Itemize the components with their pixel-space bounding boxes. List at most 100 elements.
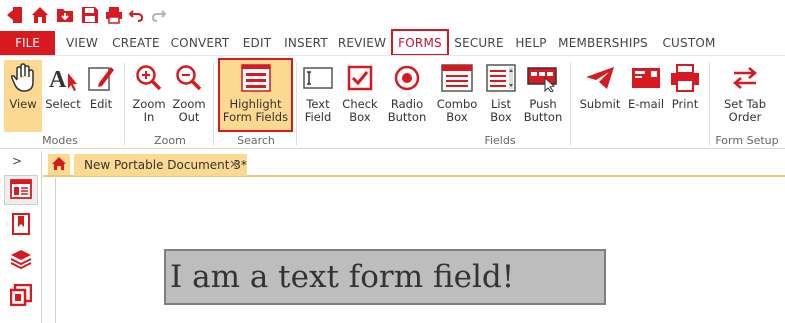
- left-sidebar: >: [0, 151, 42, 323]
- menu-bar: FILE VIEW CREATE CONVERT EDIT INSERT REV…: [0, 29, 785, 56]
- check-box-button[interactable]: Check Box: [340, 60, 380, 132]
- push-button-button[interactable]: Push Button: [521, 60, 565, 132]
- attachments-icon: [9, 283, 33, 309]
- hand-icon: [7, 62, 39, 94]
- email-icon: [630, 62, 662, 94]
- zoom-group-label: Zoom: [154, 134, 186, 147]
- view-label: View: [9, 97, 37, 111]
- combo-box-button[interactable]: Combo Box: [435, 60, 479, 132]
- zoom-in-label: Zoom In: [132, 97, 166, 124]
- email-button[interactable]: E-mail: [626, 60, 666, 132]
- home-tab[interactable]: [48, 154, 70, 175]
- sidebar-item-attachments[interactable]: [9, 283, 33, 309]
- ribbon-separator: [213, 62, 214, 146]
- sidebar-expand-button[interactable]: >: [12, 154, 22, 168]
- modes-group-label: Modes: [42, 134, 78, 147]
- text-field-label: Text Field: [304, 97, 332, 124]
- tab-create[interactable]: CREATE: [108, 31, 164, 55]
- push-button-icon: [527, 62, 559, 94]
- highlight-label: Highlight Form Fields: [222, 97, 289, 124]
- tab-memberships[interactable]: MEMBERSHIPS: [555, 31, 651, 55]
- highlight-fields-icon: [240, 62, 272, 94]
- print-form-button[interactable]: Print: [667, 60, 703, 132]
- tab-review[interactable]: REVIEW: [334, 31, 390, 55]
- edit-icon: [85, 62, 117, 94]
- radio-button-label: Radio Button: [387, 97, 427, 124]
- email-label: E-mail: [627, 97, 665, 111]
- text-field-button[interactable]: Text Field: [299, 60, 337, 132]
- check-box-label: Check Box: [342, 97, 378, 124]
- form-setup-group-label: Form Setup: [715, 134, 779, 147]
- edit-label: Edit: [89, 97, 113, 111]
- list-box-label: List Box: [490, 97, 512, 124]
- print-label: Print: [671, 97, 699, 111]
- ribbon-separator: [124, 62, 125, 146]
- app-window: FILE VIEW CREATE CONVERT EDIT INSERT REV…: [0, 0, 785, 323]
- ribbon-separator: [709, 62, 710, 146]
- ribbon-separator: [296, 62, 297, 146]
- sidebar-item-bookmarks[interactable]: [9, 212, 33, 238]
- text-field-icon: [302, 62, 334, 94]
- page-edge: [55, 178, 56, 323]
- zoom-out-icon: [173, 62, 205, 94]
- file-menu-button[interactable]: FILE: [0, 31, 55, 55]
- undo-icon[interactable]: [127, 6, 145, 24]
- list-box-icon: [485, 62, 517, 94]
- list-box-button[interactable]: List Box: [482, 60, 520, 132]
- tab-secure[interactable]: SECURE: [451, 31, 507, 55]
- svg-text:A: A: [49, 67, 67, 93]
- select-text-icon: A: [47, 62, 79, 94]
- zoom-out-label: Zoom Out: [172, 97, 206, 124]
- save-icon[interactable]: [81, 6, 99, 24]
- select-label: Select: [45, 97, 81, 111]
- layers-icon: [10, 248, 32, 273]
- text-form-field[interactable]: I am a text form field!: [164, 249, 606, 305]
- search-group-label: Search: [237, 134, 275, 147]
- tab-view[interactable]: VIEW: [58, 31, 106, 55]
- tab-insert[interactable]: INSERT: [280, 31, 332, 55]
- sidebar-item-layers[interactable]: [9, 248, 33, 272]
- set-tab-order-button[interactable]: Set Tab Order: [718, 60, 772, 132]
- tab-custom[interactable]: CUSTOM: [655, 31, 723, 55]
- tab-edit[interactable]: EDIT: [236, 31, 278, 55]
- tab-help[interactable]: HELP: [509, 31, 553, 55]
- print-icon[interactable]: [105, 6, 123, 24]
- view-mode-button[interactable]: View: [4, 60, 42, 132]
- ribbon: View A Select Edit Modes Zoom In Zoom Ou…: [0, 55, 785, 149]
- tab-order-icon: [729, 62, 761, 94]
- bookmark-icon: [12, 212, 30, 238]
- push-button-label: Push Button: [523, 97, 563, 124]
- tab-forms[interactable]: FORMS: [391, 29, 449, 56]
- radio-button-button[interactable]: Radio Button: [385, 60, 429, 132]
- submit-button[interactable]: Submit: [578, 60, 622, 132]
- select-mode-button[interactable]: A Select: [44, 60, 82, 132]
- exit-icon[interactable]: [6, 6, 24, 24]
- edit-mode-button[interactable]: Edit: [84, 60, 118, 132]
- quick-access-toolbar: [0, 0, 785, 31]
- zoom-in-icon: [133, 62, 165, 94]
- set-tab-order-label: Set Tab Order: [723, 97, 766, 124]
- zoom-out-button[interactable]: Zoom Out: [170, 60, 208, 132]
- combo-box-label: Combo Box: [436, 97, 478, 124]
- sidebar-item-pages[interactable]: [9, 178, 33, 202]
- ribbon-separator: [570, 62, 571, 146]
- zoom-in-button[interactable]: Zoom In: [130, 60, 168, 132]
- fields-group-label: Fields: [484, 134, 516, 147]
- printer-icon: [669, 62, 701, 94]
- tab-convert[interactable]: CONVERT: [166, 31, 234, 55]
- combo-box-icon: [441, 62, 473, 94]
- redo-icon: [150, 6, 168, 24]
- import-icon[interactable]: [56, 6, 74, 24]
- pages-panel-icon: [10, 178, 32, 202]
- document-tab[interactable]: New Portable Document 3* ×: [74, 154, 247, 176]
- document-tab-bar: New Portable Document 3* ×: [43, 151, 785, 177]
- radio-button-icon: [391, 62, 423, 94]
- submit-label: Submit: [579, 97, 621, 111]
- highlight-form-fields-button[interactable]: Highlight Form Fields: [218, 58, 293, 132]
- home-icon: [51, 156, 67, 174]
- close-tab-icon[interactable]: ×: [229, 157, 239, 171]
- submit-icon: [584, 62, 616, 94]
- check-box-icon: [344, 62, 376, 94]
- document-canvas: I am a text form field!: [43, 178, 785, 323]
- home-icon[interactable]: [31, 6, 49, 24]
